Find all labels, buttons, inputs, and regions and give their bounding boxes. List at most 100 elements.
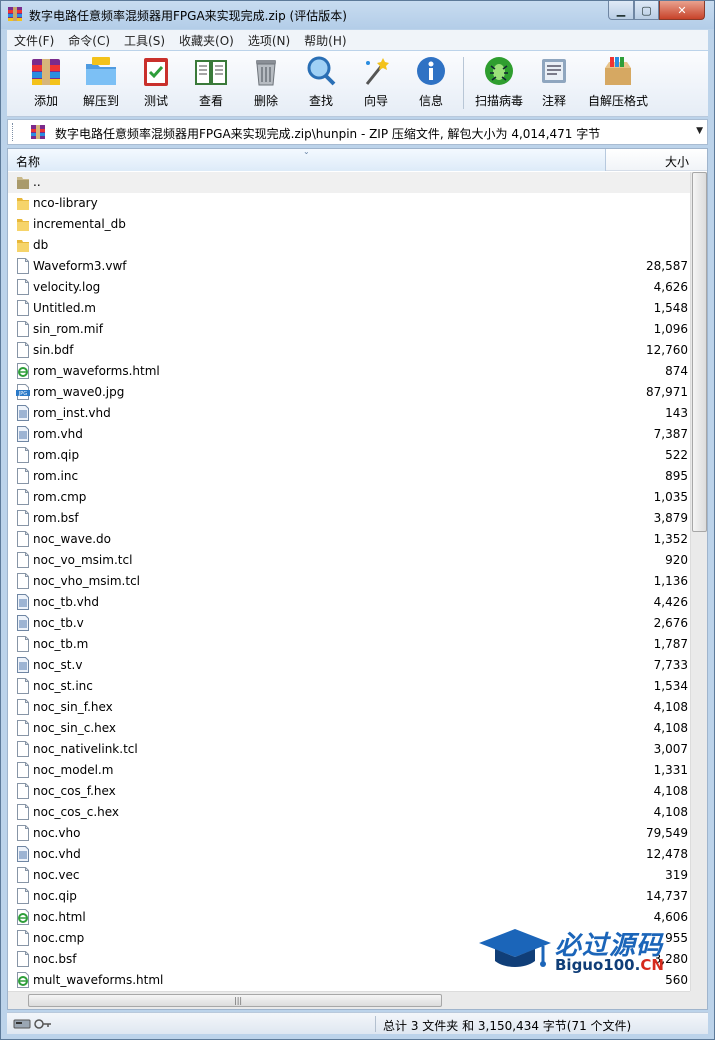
file-row[interactable]: rom.vhd 7,387 [8,424,690,445]
file-row[interactable]: noc.vhd 12,478 [8,844,690,865]
file-row[interactable]: noc_tb.vhd 4,426 [8,592,690,613]
file-name: sin_rom.mif [33,322,103,336]
file-row[interactable]: noc.qip 14,737 [8,886,690,907]
menu-options[interactable]: 选项(N) [241,32,297,49]
minimize-button[interactable]: ▁ [608,1,634,20]
file-name: noc_st.inc [33,679,93,693]
file-row[interactable]: Waveform3.vwf 28,587 [8,256,690,277]
file-icon [16,867,30,883]
file-size: 12,478 [646,847,688,861]
folder-row[interactable]: db [8,235,690,256]
file-row[interactable]: noc_tb.v 2,676 [8,613,690,634]
file-name: noc_cos_f.hex [33,784,116,798]
sfx-button[interactable]: 自解压格式 [585,54,651,114]
grip-icon: ||| [234,996,243,1005]
file-name: noc_tb.m [33,637,89,651]
delete-button[interactable]: 删除 [239,54,293,114]
comment-button[interactable]: 注释 [527,54,581,114]
file-row[interactable]: noc_cos_f.hex 4,108 [8,781,690,802]
menu-favorites[interactable]: 收藏夹(O) [172,32,241,49]
file-row[interactable]: rom.bsf 3,879 [8,508,690,529]
vertical-scroll-thumb[interactable] [692,172,707,532]
file-icon [16,321,30,337]
menu-commands[interactable]: 命令(C) [61,32,117,49]
file-row[interactable]: sin.bdf 12,760 [8,340,690,361]
file-row[interactable]: velocity.log 4,626 [8,277,690,298]
test-button[interactable]: 测试 [129,54,183,114]
drive-key-icon [13,1019,51,1029]
file-row[interactable]: noc_cos_c.hex 4,108 [8,802,690,823]
file-name: Untitled.m [33,301,96,315]
file-row[interactable]: rom_inst.vhd 143 [8,403,690,424]
folder-row[interactable]: nco-library [8,193,690,214]
wizard-button[interactable]: 向导 [349,54,403,114]
maximize-button[interactable]: ▢ [634,1,659,20]
minimize-icon: ▁ [616,3,626,17]
menu-tools[interactable]: 工具(S) [117,32,172,49]
view-icon [195,60,227,85]
file-icon [16,636,30,652]
address-bar[interactable]: 数字电路任意频率混频器用FPGA来实现完成.zip\hunpin - ZIP 压… [7,119,708,145]
file-row[interactable]: noc_vo_msim.tcl 920 [8,550,690,571]
file-size: 1,787 [653,637,688,651]
file-row[interactable]: rom.qip 522 [8,445,690,466]
file-name: rom.vhd [33,427,83,441]
extract-to-button[interactable]: 解压到 [74,54,128,114]
info-button[interactable]: 信息 [404,54,458,114]
file-row[interactable]: rom.inc 895 [8,466,690,487]
file-row[interactable]: noc_wave.do 1,352 [8,529,690,550]
parent-folder-row[interactable]: .. [8,172,690,193]
menu-help[interactable]: 帮助(H) [297,32,353,49]
file-row[interactable]: JPG rom_wave0.jpg 87,971 [8,382,690,403]
file-name: rom_waveforms.html [33,364,160,378]
file-row[interactable]: noc_tb.m 1,787 [8,634,690,655]
menu-file[interactable]: 文件(F) [7,32,61,49]
virus-scan-button[interactable]: 扫描病毒 [469,54,529,114]
horizontal-scrollbar[interactable]: ||| [8,991,690,1009]
file-row[interactable]: noc_model.m 1,331 [8,760,690,781]
file-name: noc_nativelink.tcl [33,742,138,756]
file-name: noc.qip [33,889,77,903]
file-name: rom_wave0.jpg [33,385,125,399]
title-bar[interactable]: 数字电路任意频率混频器用FPGA来实现完成.zip (评估版本) ▁ ▢ ✕ [1,1,714,29]
file-size: 1,548 [653,301,688,315]
file-row[interactable]: noc_sin_f.hex 4,108 [8,697,690,718]
file-icon [16,531,30,547]
file-size: 4,108 [653,784,688,798]
file-size: 79,549 [646,826,688,840]
file-row[interactable]: noc_nativelink.tcl 3,007 [8,739,690,760]
file-row[interactable]: rom_waveforms.html 874 [8,361,690,382]
file-name: noc_vho_msim.tcl [33,574,141,588]
column-header-name[interactable]: ⌄ 名称 [8,149,606,171]
file-row[interactable]: Untitled.m 1,548 [8,298,690,319]
folder-row[interactable]: incremental_db [8,214,690,235]
file-row[interactable]: noc_st.v 7,733 [8,655,690,676]
sort-arrow-icon: ⌄ [303,148,310,156]
file-size: 4,108 [653,721,688,735]
archive-path: 数字电路任意频率混频器用FPGA来实现完成.zip\hunpin - ZIP 压… [55,127,601,141]
file-name: noc_st.v [33,658,83,672]
find-button[interactable]: 查找 [294,54,348,114]
watermark-en: Biguo100.CN [555,956,664,974]
file-row[interactable]: sin_rom.mif 1,096 [8,319,690,340]
view-button[interactable]: 查看 [184,54,238,114]
chevron-down-icon[interactable]: ▼ [696,126,703,136]
file-size: 4,426 [653,595,688,609]
html-file-icon [16,972,30,988]
file-row[interactable]: noc.vec 319 [8,865,690,886]
file-row[interactable]: noc.vho 79,549 [8,823,690,844]
add-button[interactable]: 添加 [19,54,73,114]
file-row[interactable]: rom.cmp 1,035 [8,487,690,508]
vertical-scrollbar[interactable] [690,172,707,991]
close-button[interactable]: ✕ [659,1,705,20]
file-size: 12,760 [646,343,688,357]
file-row[interactable]: noc_vho_msim.tcl 1,136 [8,571,690,592]
file-row[interactable]: noc_st.inc 1,534 [8,676,690,697]
file-row[interactable]: noc_sin_c.hex 4,108 [8,718,690,739]
sfx-icon [605,57,631,85]
column-header-size[interactable]: 大小 [607,149,707,171]
file-name: noc_vo_msim.tcl [33,553,133,567]
maximize-icon: ▢ [641,3,652,17]
horizontal-scroll-thumb[interactable]: ||| [28,994,442,1007]
file-size: 143 [665,406,688,420]
